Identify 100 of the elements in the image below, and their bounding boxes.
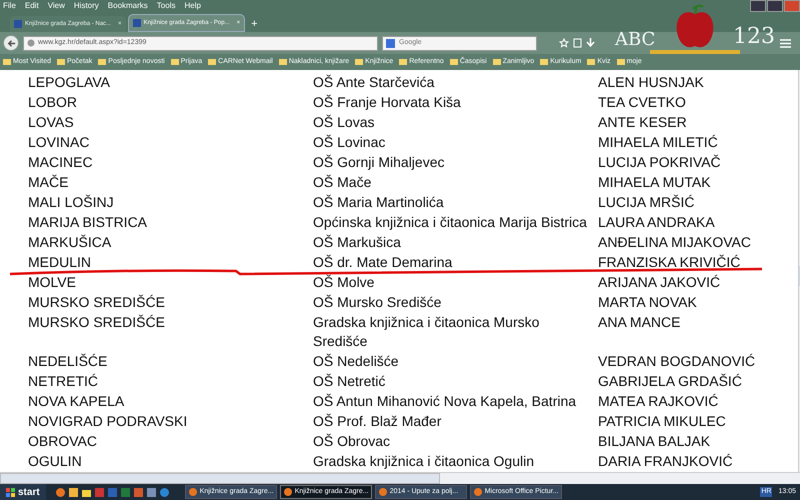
table-cell-text: Općinska knjižnica i čitaonica Marija Bistrica — [313, 212, 588, 232]
google-icon — [386, 38, 395, 48]
table-cell-text: GABRIJELA GRDAŠIĆ — [598, 372, 743, 390]
menu-item[interactable]: Bookmarks — [108, 0, 148, 11]
table-cell-text: OGULIN — [28, 452, 83, 470]
table-cell-text: OŠ Lovinac — [313, 132, 386, 152]
table-cell-text: DARIA FRANJKOVIĆ — [598, 452, 734, 470]
menu-item[interactable]: Tools — [156, 0, 176, 11]
folder-icon — [170, 59, 179, 65]
spreadsheet-icon[interactable] — [120, 488, 130, 496]
table-cell-text: OŠ Franje Horvata Kiša — [313, 92, 462, 112]
table-cell-text: LUCIJA POKRIVAČ — [598, 152, 722, 172]
menu-item[interactable]: Help — [184, 0, 201, 11]
table-cell-text: ALEN HUSNJAK — [598, 72, 705, 92]
folder-icon — [278, 59, 287, 65]
table-cell-text: OŠ Gornji Mihaljevec — [313, 152, 446, 172]
table-cell-text: LOVINAC — [28, 132, 90, 152]
back-button[interactable] — [3, 35, 19, 51]
folder-icon — [450, 59, 458, 65]
horizontal-scrollbar[interactable] — [0, 472, 800, 484]
menu-item[interactable]: View — [48, 0, 65, 11]
table-cell-text: MALI LOŠINJ — [28, 192, 115, 212]
browser-icon[interactable] — [56, 488, 65, 496]
table-cell-text: OŠ Obrovac — [313, 432, 392, 450]
table-cell-text: OŠ Antun Mihanović Nova Kapela, Batrina — [313, 392, 578, 410]
folder-icon — [98, 59, 106, 65]
new-tab-button[interactable]: + — [251, 16, 258, 32]
table-cell-text: OŠ dr. Mate Demarina — [313, 252, 454, 272]
table-cell-text: OŠ Molve — [313, 272, 376, 292]
table-cell-text: LOVAS — [28, 112, 75, 132]
folder-icon — [355, 59, 364, 65]
vertical-scrollbar[interactable] — [798, 70, 800, 472]
app-icon — [474, 488, 482, 496]
table-cell-text: MACINEC — [28, 152, 94, 172]
start-button[interactable]: start — [0, 484, 46, 500]
table-cell-text: MARIJA BISTRICA — [28, 212, 148, 232]
app-icon — [378, 488, 387, 496]
table-cell-text: LUCIJA MRŠIĆ — [598, 192, 696, 212]
minimize-button[interactable] — [750, 0, 766, 12]
table-cell-text: LAURA ANDRAKA — [598, 212, 716, 232]
table-cell-text: ARIJANA JAKOVIĆ — [598, 272, 722, 292]
folder-icon — [399, 59, 408, 65]
table-cell-text: NOVIGRAD PODRAVSKI — [28, 412, 188, 430]
table-cell-text: Gradska knjižnica i čitaonica Ogulin — [313, 452, 535, 470]
document-icon[interactable] — [146, 488, 156, 496]
table-cell-text: MARKUŠICA — [28, 232, 112, 252]
clipboard-icon[interactable] — [573, 38, 582, 48]
restore-button[interactable] — [767, 0, 783, 12]
windows-logo-icon — [6, 488, 15, 496]
table-cell-text: LOBOR — [28, 92, 78, 112]
star-icon[interactable] — [559, 38, 569, 48]
table-cell-text: MIHAELA MUTAK — [598, 172, 712, 192]
table-cell-text: TEA CVETKO — [598, 92, 687, 112]
table-cell-text: OŠ Netretić — [313, 372, 386, 390]
table-cell-text: ANTE KESER — [598, 112, 688, 132]
table-cell-text: OŠ Maria Martinolića — [313, 192, 445, 212]
table-cell-text: OŠ Nedelišće — [313, 352, 400, 370]
banner-text: 123 — [733, 23, 775, 51]
folder-icon — [492, 59, 501, 65]
table-cell-text: BILJANA BALJAK — [598, 432, 712, 450]
apple-drawing — [675, 4, 715, 50]
folder-icon — [587, 59, 596, 65]
table-cell-text: MIHAELA MILETIĆ — [598, 132, 719, 152]
menu-item[interactable]: History — [74, 0, 99, 11]
table-cell-text: OŠ Ante Starčevića — [313, 72, 436, 92]
menu-item[interactable]: File — [3, 0, 16, 11]
banner-text: ABC — [615, 28, 656, 52]
page-icon — [14, 20, 22, 28]
table-cell-text: NOVA KAPELA — [28, 392, 126, 410]
table-cell-text: LEPOGLAVA — [28, 72, 111, 92]
table-cell-text: OŠ Prof. Blaž Mađer — [313, 412, 442, 430]
table-cell-text: ANĐELINA MIJAKOVAC — [598, 232, 752, 252]
page-icon — [132, 19, 141, 27]
app-icon — [188, 488, 197, 496]
table-cell-text: MATEA RAJKOVIĆ — [598, 392, 720, 410]
table-cell-text: MEDULIN — [28, 252, 92, 272]
table-cell-text: OŠ Markušica — [313, 232, 402, 252]
table-cell-text: PATRICIA MIKULEC — [598, 412, 727, 430]
folder-icon — [208, 59, 216, 65]
menu-item[interactable]: Edit — [24, 0, 39, 11]
folder-icon — [3, 59, 11, 65]
mail-icon[interactable] — [68, 488, 78, 496]
download-icon[interactable] — [586, 38, 595, 48]
table-cell-text: VEDRAN BOGDANOVIĆ — [598, 352, 756, 370]
table-cell-text: OBROVAC — [28, 432, 98, 450]
folder-icon — [540, 59, 548, 65]
back-arrow-icon — [6, 38, 16, 48]
table-cell-text: MOLVE — [28, 272, 77, 292]
table-cell-text: NEDELIŠĆE — [28, 352, 108, 370]
table-cell-text: OŠ Mursko Središće — [313, 292, 442, 312]
globe-icon[interactable] — [160, 488, 169, 496]
table-cell-text: OŠ Mače — [313, 172, 372, 192]
table-cell-text: FRANZISKA KRIVIČIĆ — [598, 252, 742, 272]
table-cell-text: OŠ Lovas — [313, 112, 376, 132]
table-cell-text: Gradska knjižnica i čitaonica Mursko Središće — [313, 312, 540, 350]
menu-icon[interactable] — [780, 38, 791, 48]
presentation-icon[interactable] — [134, 488, 143, 496]
table-cell-text: MAČE — [28, 172, 70, 192]
table-cell-text: NETRETIĆ — [28, 372, 99, 390]
folder-icon[interactable] — [82, 488, 91, 496]
